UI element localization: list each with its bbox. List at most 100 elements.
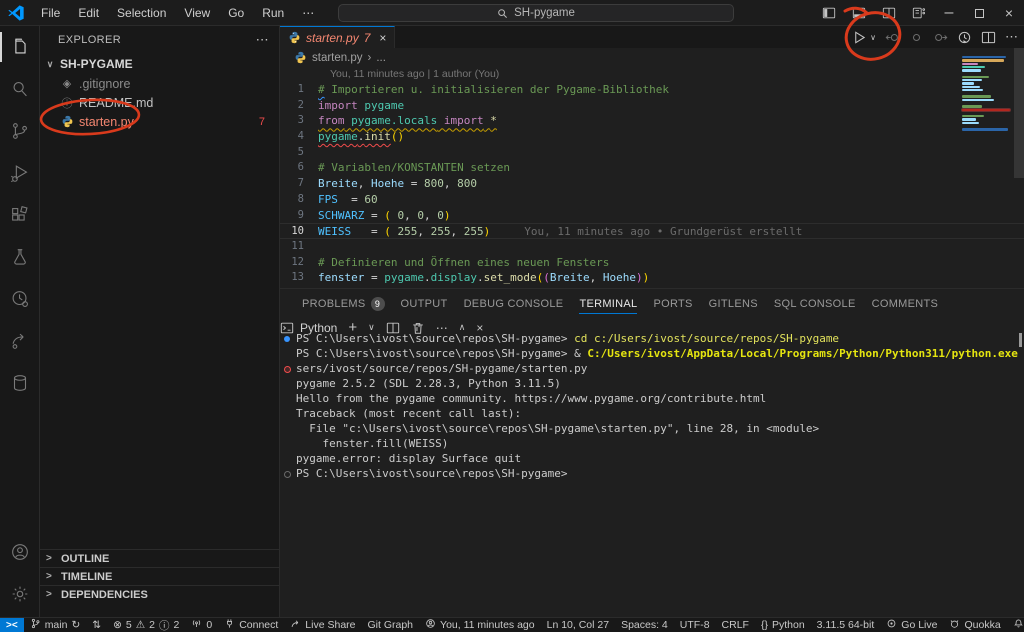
code-line-1: 1# Importieren u. initialisieren der Pyg…: [280, 82, 1024, 98]
terminal-line-5: Hello from the pygame community. https:/…: [280, 391, 1024, 406]
toggle-sidebar-icon[interactable]: [814, 0, 844, 26]
run-dropdown-icon[interactable]: ∨: [870, 33, 876, 42]
status-live-share[interactable]: Live Share: [284, 618, 361, 632]
status-remote-indicator[interactable]: ><: [0, 618, 24, 632]
terminal-output[interactable]: PS C:\Users\ivost\source\repos\SH-pygame…: [280, 331, 1024, 617]
status-notifications-bell[interactable]: [1007, 618, 1024, 632]
command-center-search[interactable]: SH-pygame: [338, 4, 734, 22]
search-icon: [497, 8, 508, 19]
line-number: 3: [280, 113, 318, 129]
section-dependencies[interactable]: >DEPENDENCIES: [40, 585, 280, 603]
activity-source-control-icon[interactable]: [0, 110, 40, 152]
nav-next-change-icon[interactable]: [933, 30, 948, 45]
status-line-blame[interactable]: You, 11 minutes ago: [419, 618, 541, 632]
status-git-branch[interactable]: main↻: [24, 618, 87, 632]
sidebar-title: EXPLORER: [58, 34, 121, 46]
line-number: 1: [280, 82, 318, 98]
status-quokka[interactable]: Quokka: [943, 618, 1006, 632]
account-icon[interactable]: [0, 531, 40, 573]
editor-scrollbar[interactable]: [1014, 48, 1024, 178]
tab-label: starten.py: [306, 31, 359, 45]
breadcrumb-separator-icon: ›: [368, 52, 372, 64]
menu-go[interactable]: Go: [220, 4, 252, 22]
menu-[interactable]: ⋯: [294, 4, 322, 22]
status-connect[interactable]: Connect: [218, 618, 284, 632]
panel-tab-sql-console[interactable]: SQL CONSOLE: [766, 289, 864, 319]
status-python-interpreter[interactable]: 3.11.5 64-bit: [811, 618, 881, 632]
workspace-root-folder[interactable]: ∨ SH-PYGAME: [40, 54, 279, 74]
chevron-down-icon: ∨: [44, 59, 56, 70]
status-bar: ><main↻⇅⊗5⚠2ⓘ20ConnectLive ShareGit Grap…: [0, 617, 1024, 632]
gitlens-file-history-icon[interactable]: [957, 30, 972, 45]
status-eol[interactable]: CRLF: [716, 618, 755, 632]
status-git-graph[interactable]: Git Graph: [362, 618, 420, 632]
line-number: 4: [280, 129, 318, 145]
status-cursor-position[interactable]: Ln 10, Col 27: [541, 618, 615, 632]
maximize-icon[interactable]: [964, 0, 994, 26]
menu-run[interactable]: Run: [254, 4, 292, 22]
activity-explorer-icon[interactable]: [0, 26, 40, 68]
status-gitlens-compare[interactable]: ⇅: [86, 618, 107, 632]
breadcrumb[interactable]: starten.py › ...: [280, 48, 1024, 67]
code-line-8: 8FPS = 60: [280, 192, 1024, 208]
panel-tab-output[interactable]: OUTPUT: [393, 289, 456, 319]
panel-tab-comments[interactable]: COMMENTS: [864, 289, 947, 319]
menu-edit[interactable]: Edit: [70, 4, 107, 22]
editor-more-actions-icon[interactable]: ⋯: [1005, 29, 1018, 45]
explorer-more-actions-icon[interactable]: ⋯: [256, 32, 269, 48]
panel-tab-terminal[interactable]: TERMINAL: [571, 289, 645, 319]
vscode-window: FileEditSelectionViewGoRun⋯ ← → SH-pygam…: [0, 0, 1024, 632]
python-file-icon: [294, 51, 307, 64]
nav-previous-change-icon[interactable]: [885, 30, 900, 45]
minimap[interactable]: [962, 56, 1010, 131]
panel-tab-gitlens[interactable]: GITLENS: [701, 289, 766, 319]
minimize-icon[interactable]: –: [934, 0, 964, 26]
title-bar: FileEditSelectionViewGoRun⋯ ← → SH-pygam…: [0, 0, 1024, 26]
panel-tab-ports[interactable]: PORTS: [645, 289, 700, 319]
customize-layout-icon[interactable]: [904, 0, 934, 26]
activity-database-icon[interactable]: [0, 362, 40, 404]
terminal-line-9: pygame.error: display Surface quit: [280, 451, 1024, 466]
status-language-mode[interactable]: {}Python: [755, 618, 811, 632]
terminal-line-1: PS C:\Users\ivost\source\repos\SH-pygame…: [280, 331, 1024, 346]
activity-gitlens-icon[interactable]: [0, 278, 40, 320]
breadcrumb-file: starten.py: [312, 52, 363, 64]
status-encoding[interactable]: UTF-8: [674, 618, 716, 632]
tab-close-icon[interactable]: ×: [379, 31, 386, 45]
menu-file[interactable]: File: [33, 4, 68, 22]
activity-extensions-icon[interactable]: [0, 194, 40, 236]
split-editor-icon[interactable]: [981, 30, 996, 45]
tab-starten-py[interactable]: starten.py 7 ×: [280, 26, 395, 48]
activity-testing-icon[interactable]: [0, 236, 40, 278]
status-indentation[interactable]: Spaces: 4: [615, 618, 674, 632]
status-problems-summary[interactable]: ⊗5⚠2ⓘ2: [107, 618, 185, 632]
menu-view[interactable]: View: [176, 4, 218, 22]
status-broadcast[interactable]: 0: [185, 618, 218, 632]
breadcrumb-symbol: ...: [376, 52, 386, 64]
split-editor-layout-icon[interactable]: [874, 0, 904, 26]
file-item-readme-md[interactable]: ⓘREADME.md: [40, 93, 279, 112]
activity-run-debug-icon[interactable]: [0, 152, 40, 194]
activity-search-icon[interactable]: [0, 68, 40, 110]
code-line-12: 12# Definieren und Öffnen eines neuen Fe…: [280, 255, 1024, 271]
code-line-4: 4pygame.init(): [280, 129, 1024, 145]
code-line-13: 13fenster = pygame.display.set_mode((Bre…: [280, 270, 1024, 286]
activity-bar: [0, 26, 40, 617]
menu-selection[interactable]: Selection: [109, 4, 174, 22]
toggle-panel-icon[interactable]: [844, 0, 874, 26]
file-item--gitignore[interactable]: ◈.gitignore: [40, 74, 279, 93]
code-editor[interactable]: You, 11 minutes ago | 1 author (You) 1# …: [280, 67, 1024, 288]
run-python-file-button[interactable]: [852, 30, 867, 45]
close-window-icon[interactable]: ×: [994, 0, 1024, 26]
panel-tab-debug-console[interactable]: DEBUG CONSOLE: [456, 289, 572, 319]
section-outline[interactable]: >OUTLINE: [40, 549, 280, 567]
file-item-starten-py[interactable]: starten.py7: [40, 112, 279, 131]
terminal-line-8: fenster.fill(WEISS): [280, 436, 1024, 451]
editor-group: starten.py 7 × ∨ ⋯ starten.py › ... You,…: [280, 26, 1024, 288]
status-go-live[interactable]: Go Live: [880, 618, 943, 632]
panel-tab-problems[interactable]: PROBLEMS9: [294, 289, 393, 319]
section-timeline[interactable]: >TIMELINE: [40, 567, 280, 585]
activity-live-share-icon[interactable]: [0, 320, 40, 362]
settings-gear-icon[interactable]: [0, 573, 40, 615]
nav-change-icon[interactable]: [909, 30, 924, 45]
